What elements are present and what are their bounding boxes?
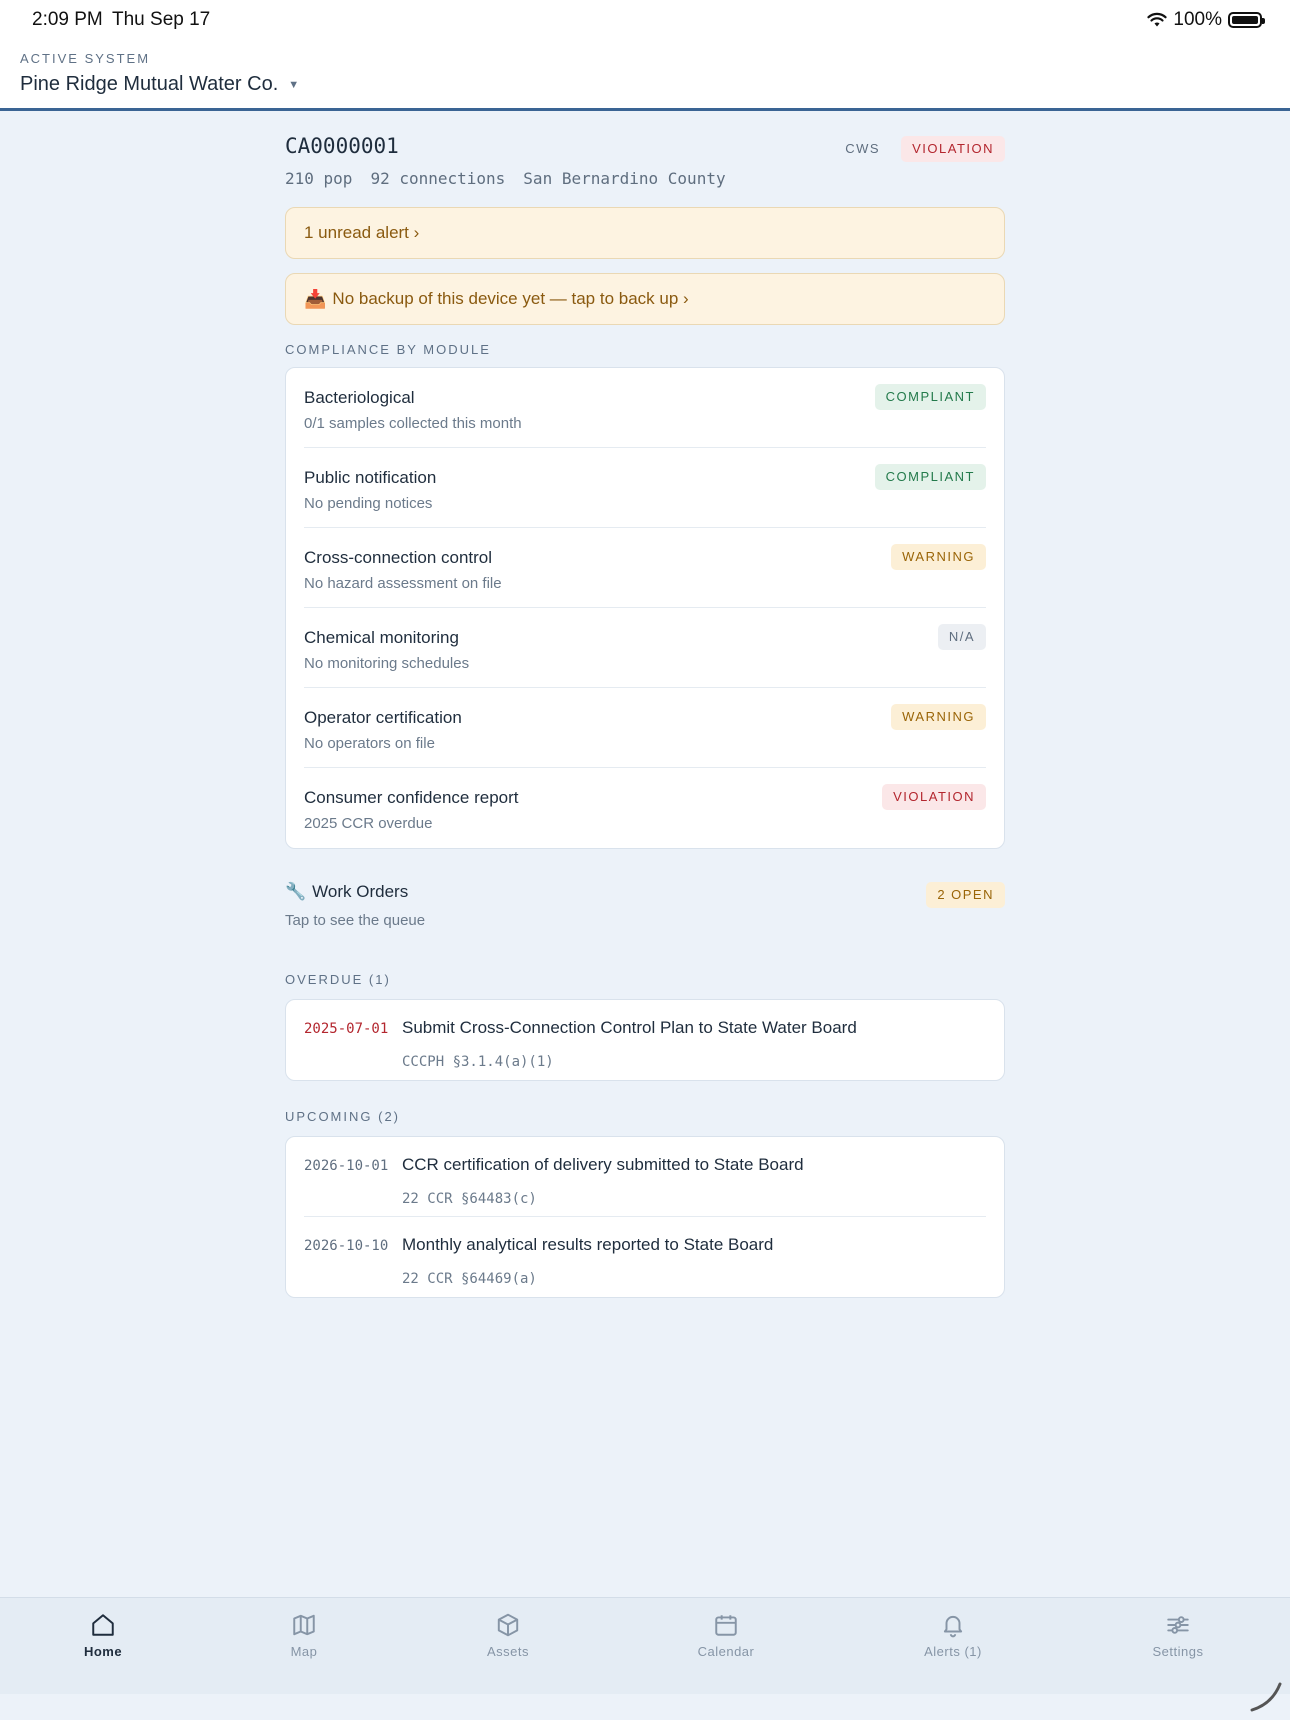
upcoming-card: 2026-10-01 CCR certification of delivery… <box>285 1136 1005 1298</box>
module-status-badge: COMPLIANT <box>874 384 986 410</box>
connections: 92 connections <box>370 169 506 188</box>
status-date: Thu Sep 17 <box>112 9 211 30</box>
system-meta: 210 pop 92 connections San Bernardino Co… <box>285 169 1005 188</box>
obligation-title: CCR certification of delivery submitted … <box>402 1155 804 1174</box>
module-subtitle: 2025 CCR overdue <box>304 815 433 832</box>
battery-icon <box>1228 12 1265 28</box>
compliance-card: Bacteriological 0/1 samples collected th… <box>285 367 1005 849</box>
calendar-icon <box>715 1615 737 1636</box>
tab-calendar[interactable]: Calendar <box>656 1612 796 1659</box>
compliance-section-label: COMPLIANCE BY MODULE <box>285 342 491 357</box>
overdue-section-label: OVERDUE (1) <box>285 972 391 987</box>
tab-label: Home <box>83 1644 123 1659</box>
obligation-row[interactable]: 2026-10-01 CCR certification of delivery… <box>304 1137 986 1217</box>
tab-label: Alerts (1) <box>924 1644 982 1659</box>
sliders-icon <box>1167 1616 1189 1634</box>
module-subtitle: No monitoring schedules <box>304 655 470 672</box>
module-row-consumer-confidence-report[interactable]: Consumer confidence report 2025 CCR over… <box>304 768 986 848</box>
module-status-badge: WARNING <box>891 704 986 730</box>
caret-down-icon: ▼ <box>288 78 300 91</box>
obligation-citation: 22 CCR §64469(a) <box>402 1271 537 1287</box>
module-status-badge: COMPLIANT <box>874 464 986 490</box>
overdue-card: 2025-07-01 Submit Cross-Connection Contr… <box>285 999 1005 1081</box>
module-row-cross-connection[interactable]: Cross-connection control No hazard asses… <box>304 528 986 608</box>
system-name: Pine Ridge Mutual Water Co. <box>20 73 279 95</box>
map-icon <box>293 1614 315 1636</box>
module-row-operator-certification[interactable]: Operator certification No operators on f… <box>304 688 986 768</box>
app-header: 2:09 PM Thu Sep 17 100% ACTIVE SYSTEM Pi… <box>0 0 1290 111</box>
active-system-label: ACTIVE SYSTEM <box>20 51 151 66</box>
module-row-chemical-monitoring[interactable]: Chemical monitoring No monitoring schedu… <box>304 608 986 688</box>
module-status-badge: WARNING <box>891 544 986 570</box>
upcoming-section-label: UPCOMING (2) <box>285 1109 400 1124</box>
tab-map[interactable]: Map <box>234 1612 374 1659</box>
system-picker[interactable]: Pine Ridge Mutual Water Co. ▼ <box>20 73 299 96</box>
module-subtitle: No pending notices <box>304 495 433 512</box>
module-title: Consumer confidence report <box>304 788 519 807</box>
unread-alert-text: 1 unread alert › <box>304 223 420 242</box>
module-subtitle: No hazard assessment on file <box>304 575 502 592</box>
box-icon <box>497 1613 519 1637</box>
obligation-date: 2026-10-01 <box>304 1158 389 1174</box>
obligation-citation: 22 CCR §64483(c) <box>402 1191 537 1207</box>
module-subtitle: 0/1 samples collected this month <box>304 415 522 432</box>
tab-label: Assets <box>486 1644 529 1659</box>
obligation-citation: CCCPH §3.1.4(a)(1) <box>402 1054 554 1070</box>
system-type-badge: CWS <box>845 141 881 156</box>
tab-alerts[interactable]: Alerts (1) <box>883 1612 1023 1659</box>
tab-label: Calendar <box>697 1644 755 1659</box>
obligation-date: 2025-07-01 <box>304 1021 389 1037</box>
module-subtitle: No operators on file <box>304 735 435 752</box>
tab-settings[interactable]: Settings <box>1108 1612 1248 1659</box>
work-orders-link[interactable]: 🔧 Work Orders <box>285 882 1005 902</box>
obligation-row[interactable]: 2026-10-10 Monthly analytical results re… <box>304 1217 986 1297</box>
system-status-badge: VIOLATION <box>901 136 1005 162</box>
module-title: Cross-connection control <box>304 548 493 567</box>
module-row-public-notification[interactable]: Public notification No pending notices C… <box>304 448 986 528</box>
unread-alert-banner[interactable]: 1 unread alert › <box>285 207 1005 259</box>
obligation-date: 2026-10-10 <box>304 1238 389 1254</box>
tab-bar: Home Map Assets Calendar Alerts (1) Sett… <box>0 1597 1290 1694</box>
backup-text: No backup of this device yet — tap to ba… <box>332 289 689 308</box>
population: 210 pop <box>285 169 353 188</box>
county: San Bernardino County <box>523 169 726 188</box>
module-status-badge: N/A <box>937 624 986 650</box>
module-title: Chemical monitoring <box>304 628 459 647</box>
tab-label: Map <box>290 1644 318 1659</box>
system-tags: CWS VIOLATION <box>834 136 1005 162</box>
scroll-indicator <box>1250 1682 1282 1712</box>
bell-icon <box>943 1615 963 1638</box>
module-title: Public notification <box>304 468 437 487</box>
obligation-title: Monthly analytical results reported to S… <box>402 1235 774 1254</box>
status-time: 2:09 PM <box>32 9 103 30</box>
module-status-badge: VIOLATION <box>882 784 986 810</box>
obligation-row[interactable]: 2025-07-01 Submit Cross-Connection Contr… <box>304 1000 986 1080</box>
status-indicators: 100% <box>1147 9 1265 31</box>
backup-banner[interactable]: 📥 No backup of this device yet — tap to … <box>285 273 1005 325</box>
work-orders-subtitle: Tap to see the queue <box>285 912 426 929</box>
inbox-tray-icon: 📥 <box>304 288 327 309</box>
module-title: Bacteriological <box>304 388 415 407</box>
wifi-icon <box>1147 12 1167 27</box>
tab-label: Settings <box>1152 1644 1204 1659</box>
module-row-bacteriological[interactable]: Bacteriological 0/1 samples collected th… <box>304 368 986 448</box>
wrench-icon: 🔧 <box>285 882 307 901</box>
work-orders-open-badge: 2 OPEN <box>926 882 1005 908</box>
obligation-title: Submit Cross-Connection Control Plan to … <box>402 1018 857 1037</box>
tab-home[interactable]: Home <box>33 1612 173 1659</box>
work-orders-title: Work Orders <box>312 882 409 901</box>
home-icon <box>92 1614 114 1636</box>
module-title: Operator certification <box>304 708 462 727</box>
battery-percent: 100% <box>1173 9 1222 30</box>
tab-assets[interactable]: Assets <box>438 1612 578 1659</box>
